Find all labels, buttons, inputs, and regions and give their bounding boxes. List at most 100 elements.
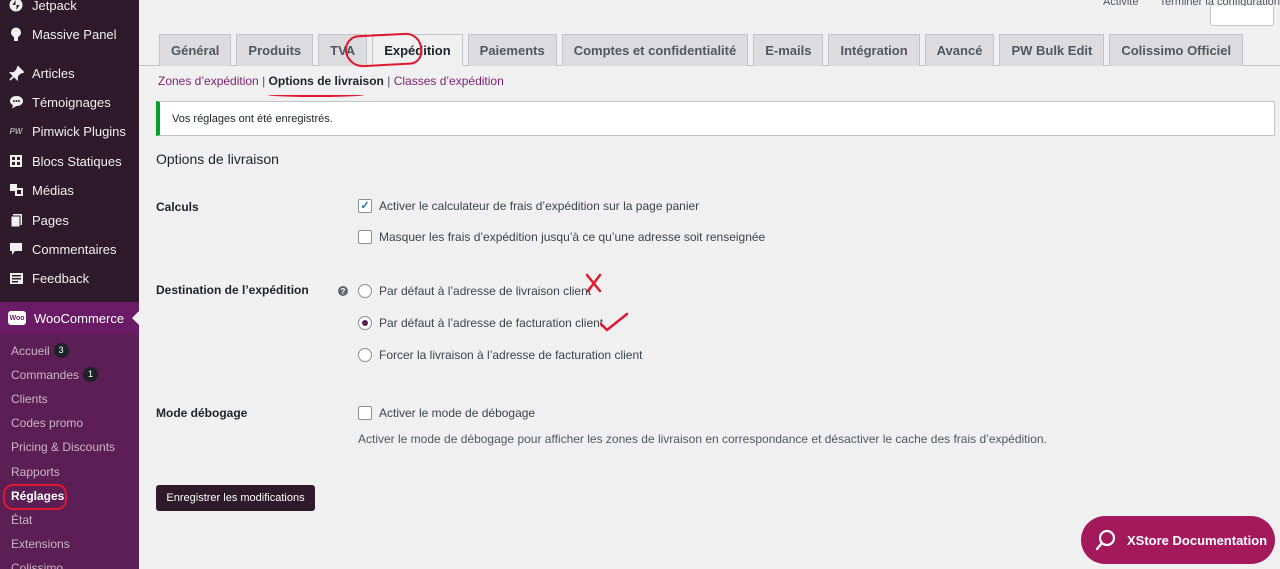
save-button[interactable]: Enregistrer les modifications [156,485,315,511]
grid-icon [8,153,24,169]
sidebar-item-label: Pages [32,212,69,228]
annotation-check-icon [599,312,629,332]
lightbulb-icon [8,26,24,42]
sidebar-item-label: Médias [32,182,74,198]
help-icon[interactable]: ? [338,286,348,296]
submenu-label: État [11,513,33,527]
sidebar-item-label: Feedback [32,270,90,286]
success-notice: Vos réglages ont été enregistrés. [156,101,1275,136]
xstore-documentation-button[interactable]: XStore Documentation [1081,516,1275,564]
tab-avance[interactable]: Avancé [924,34,995,66]
submenu-label: Rapports [11,465,60,479]
activity-link[interactable]: Activité [1103,0,1138,8]
sidebar-item-label: Commentaires [32,241,117,257]
pw-icon: PW [9,126,23,136]
submenu-label: Colissimo [11,561,64,569]
tab-integration[interactable]: Intégration [828,34,920,66]
tab-paiements[interactable]: Paiements [467,34,557,66]
debug-checkbox[interactable] [358,406,372,420]
sidebar-item-jetpack[interactable]: Jetpack [0,0,139,19]
sidebar-item-articles[interactable]: Articles [0,59,139,87]
subnav-options-current[interactable]: Options de livraison [269,74,384,88]
submenu-item-rapports[interactable]: Rapports [11,465,60,479]
submenu-item-colissimo[interactable]: Colissimo [11,561,63,569]
sidebar-item-commentaires[interactable]: Commentaires [0,235,139,263]
force-billing-radio[interactable] [358,348,372,362]
submenu-label: Codes promo [11,416,84,430]
sidebar-item-label: WooCommerce [34,310,125,326]
submenu-label: Extensions [11,537,70,551]
subnav-classes-link[interactable]: Classes d’expédition [394,74,504,88]
xstore-label: XStore Documentation [1127,532,1268,548]
search-icon [1095,529,1116,551]
tab-pw-bulk-edit[interactable]: PW Bulk Edit [999,34,1105,66]
sidebar-item-pimwick-plugins[interactable]: PW Pimwick Plugins [0,117,139,145]
debug-checkbox-field[interactable]: Activer le mode de débogage [358,406,535,420]
dest-billing-radio-field[interactable]: Par défaut à l’adresse de facturation cl… [358,316,603,330]
calculator-checkbox-label: Activer le calculateur de frais d’expédi… [379,199,700,213]
tab-comptes-confidentialite[interactable]: Comptes et confidentialité [561,34,749,66]
section-title: Options de livraison [156,151,279,167]
calculator-checkbox-field[interactable]: ✓ Activer le calculateur de frais d’expé… [358,199,699,213]
sidebar-item-label: Massive Panel [32,26,117,42]
screen-options-toggle[interactable] [1210,6,1274,26]
radio-selected-dot [362,320,368,326]
feedback-icon [8,270,24,286]
hide-costs-checkbox-field[interactable]: Masquer les frais d’expédition jusqu’à c… [358,230,765,244]
dest-billing-label: Par défaut à l’adresse de facturation cl… [379,316,604,330]
media-icon [8,182,24,198]
calculator-checkbox[interactable]: ✓ [358,199,372,213]
submenu-item-commandes[interactable]: Commandes 1 [11,367,99,382]
destination-label: Destination de l’expédition [156,283,309,297]
annotation-circle-expedition [344,32,423,68]
sidebar-item-massive-panel[interactable]: Massive Panel [0,20,139,48]
debug-checkbox-label: Activer le mode de débogage [379,406,536,420]
submenu-label: Accueil [11,343,50,358]
dest-shipping-label: Par défaut à l’adresse de livraison clie… [379,284,592,298]
hide-costs-checkbox[interactable] [358,230,372,244]
annotation-cross-icon [585,273,602,293]
shipping-subnav: Zones d’expédition | Options de livraiso… [158,74,504,88]
sidebar-item-feedback[interactable]: Feedback [0,264,139,292]
tab-emails[interactable]: E-mails [753,34,824,66]
annotation-circle-reglages [3,484,67,510]
submenu-label: Pricing & Discounts [11,440,116,454]
speech-bubble-icon [8,94,24,110]
current-menu-arrow [132,311,139,325]
submenu-item-pricing-discounts[interactable]: Pricing & Discounts [11,440,115,454]
annotation-underline-options [268,93,364,97]
debug-description: Activer le mode de débogage pour affiche… [358,432,1047,446]
submenu-item-accueil[interactable]: Accueil 3 [11,343,69,358]
sidebar-item-woocommerce[interactable]: Woo WooCommerce [0,302,139,334]
tab-produits[interactable]: Produits [236,34,314,66]
sidebar-item-label: Blocs Statiques [32,153,122,169]
count-badge: 3 [53,343,69,358]
sidebar-item-label: Témoignages [32,94,111,110]
submenu-item-codes-promo[interactable]: Codes promo [11,416,83,430]
force-billing-radio-field[interactable]: Forcer la livraison à l’adresse de factu… [358,348,642,362]
calculs-label: Calculs [156,200,199,214]
submenu-item-extensions[interactable]: Extensions [11,537,70,551]
dest-billing-radio[interactable] [358,316,372,330]
sidebar-item-label: Jetpack [32,0,77,13]
subnav-zones-link[interactable]: Zones d’expédition [158,74,259,88]
submenu-label: Commandes [11,367,80,382]
submenu-item-etat[interactable]: État [11,513,32,527]
tab-colissimo-officiel[interactable]: Colissimo Officiel [1109,34,1244,66]
hide-costs-checkbox-label: Masquer les frais d’expédition jusqu’à c… [379,230,766,244]
sidebar-item-blocs-statiques[interactable]: Blocs Statiques [0,147,139,175]
submenu-item-clients[interactable]: Clients [11,392,48,406]
tab-general[interactable]: Général [159,34,232,66]
sidebar-item-temoignages[interactable]: Témoignages [0,88,139,116]
count-badge: 1 [83,367,99,382]
dest-shipping-radio[interactable] [358,284,372,298]
admin-sidebar: Jetpack Massive Panel Articles Témoignag… [0,0,139,569]
sidebar-item-label: Pimwick Plugins [32,123,126,139]
sidebar-item-medias[interactable]: Médias [0,176,139,204]
pages-icon [8,212,24,228]
jetpack-icon [8,0,24,13]
dest-shipping-radio-field[interactable]: Par défaut à l’adresse de livraison clie… [358,284,591,298]
sidebar-item-pages[interactable]: Pages [0,206,139,234]
notice-text: Vos réglages ont été enregistrés. [172,112,333,125]
woocommerce-icon: Woo [8,311,26,325]
